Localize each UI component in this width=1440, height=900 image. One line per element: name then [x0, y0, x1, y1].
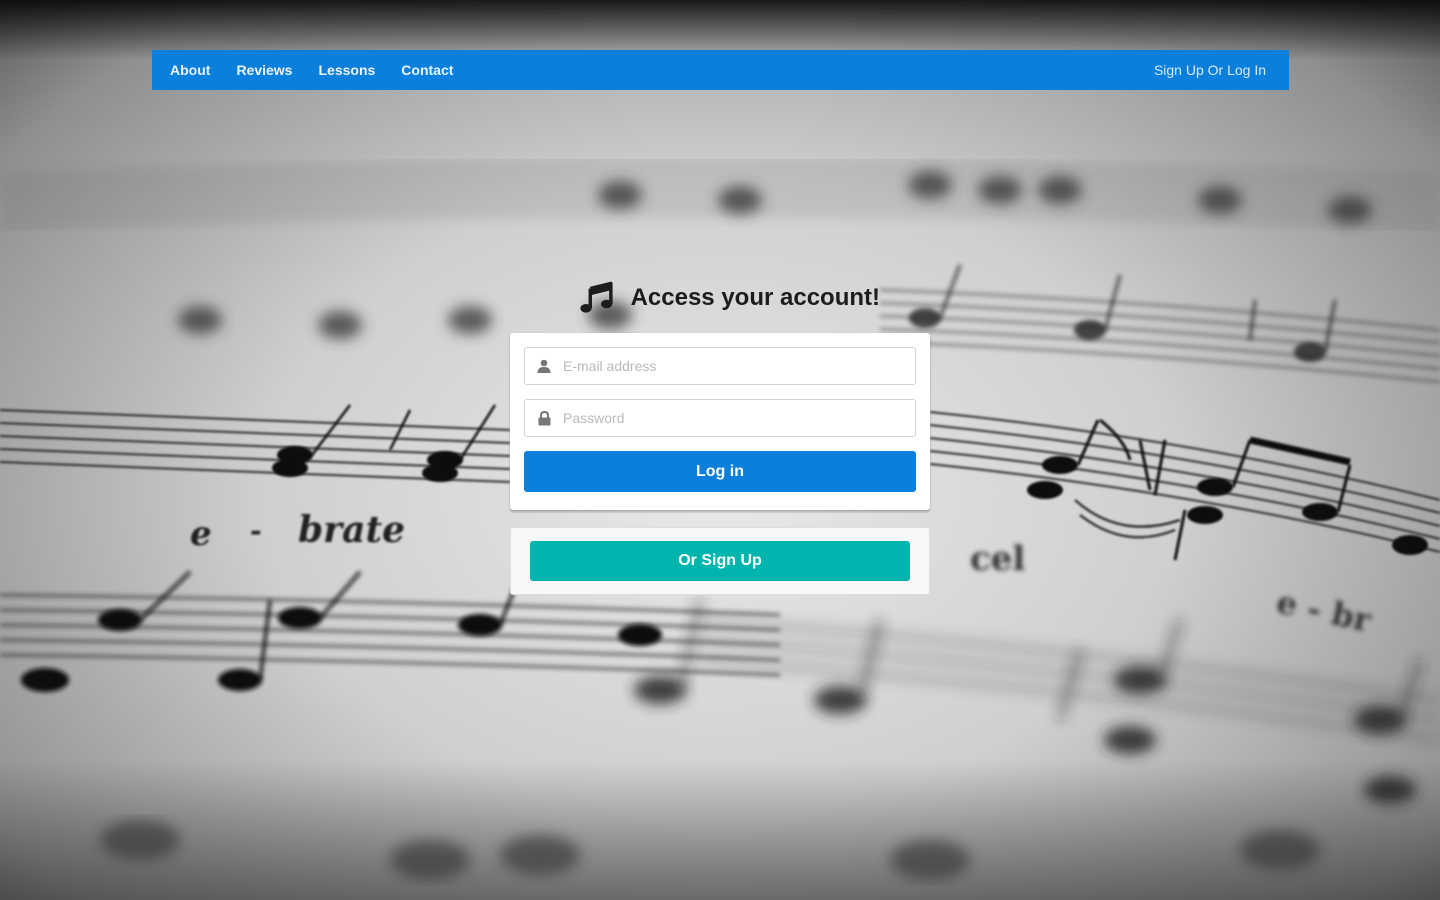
login-title: Access your account! [630, 284, 880, 311]
login-form-card: Log in [510, 333, 930, 510]
lock-icon [525, 400, 563, 436]
svg-text:e: e [190, 514, 212, 554]
nav-link-lessons[interactable]: Lessons [318, 62, 375, 78]
nav-link-contact[interactable]: Contact [401, 62, 453, 78]
nav-link-reviews[interactable]: Reviews [236, 62, 292, 78]
nav-link-about[interactable]: About [170, 62, 210, 78]
top-navbar: About Reviews Lessons Contact Sign Up Or… [152, 50, 1289, 90]
password-field [524, 399, 916, 437]
sign-up-button[interactable]: Or Sign Up [530, 541, 910, 581]
page: e - brate cel e - br About Reviews Lesso… [0, 0, 1440, 900]
sign-up-card: Or Sign Up [510, 527, 930, 595]
login-header: Access your account! [580, 278, 880, 318]
sign-up-or-log-in-link[interactable]: Sign Up Or Log In [1154, 62, 1266, 78]
email-field [524, 347, 916, 385]
user-icon [525, 348, 563, 384]
nav-links: About Reviews Lessons Contact [170, 62, 479, 78]
svg-text:-: - [250, 514, 262, 547]
password-input[interactable] [563, 401, 903, 435]
svg-text:brate: brate [298, 509, 405, 551]
log-in-button[interactable]: Log in [524, 451, 916, 492]
music-note-icon [580, 281, 613, 313]
svg-text:e - br: e - br [1273, 583, 1375, 640]
bottom-vignette [0, 760, 1440, 900]
email-input[interactable] [563, 349, 903, 383]
svg-text:cel: cel [970, 539, 1025, 579]
